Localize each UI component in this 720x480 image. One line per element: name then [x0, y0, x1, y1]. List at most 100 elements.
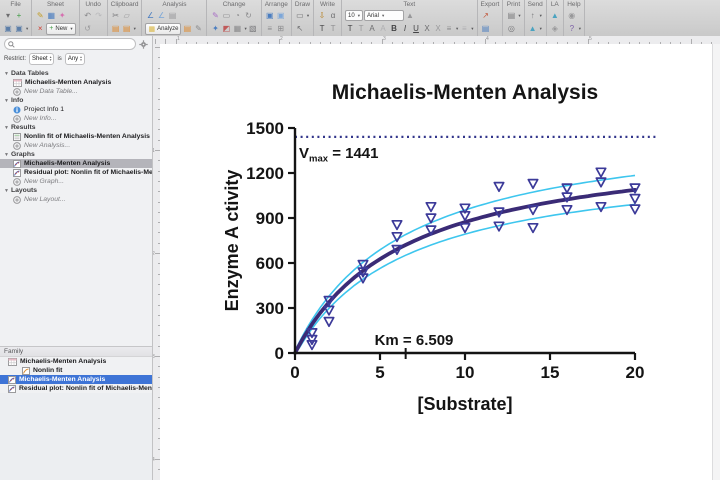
- nav-new-item[interactable]: New Data Table...: [0, 87, 152, 96]
- nav-new-item[interactable]: New Info...: [0, 114, 152, 123]
- gear-icon[interactable]: [139, 40, 148, 49]
- underline-icon[interactable]: U: [411, 23, 421, 34]
- revert-icon[interactable]: ↺: [83, 23, 93, 34]
- send-back-icon[interactable]: ▣: [276, 10, 286, 21]
- nav-new-item[interactable]: New Analysis...: [0, 141, 152, 150]
- grid-options-icon[interactable]: ▦: [232, 23, 242, 34]
- data-point-triangle[interactable]: [392, 221, 401, 230]
- share-icon[interactable]: ▲: [528, 23, 538, 34]
- bold-icon[interactable]: B: [389, 23, 399, 34]
- new-folder-icon[interactable]: +: [14, 10, 24, 21]
- nav-sheet-item[interactable]: Michaelis-Menten Analysis: [0, 78, 152, 87]
- superscript-icon[interactable]: X: [422, 23, 432, 34]
- text-tool-icon[interactable]: T: [317, 23, 327, 34]
- font-family-select[interactable]: Arial▾: [364, 10, 404, 21]
- family-item[interactable]: Residual plot: Nonlin fit of Michaelis-M…: [0, 384, 152, 393]
- select-tool-icon[interactable]: ↖: [295, 23, 305, 34]
- shrink-font-icon[interactable]: A: [378, 23, 388, 34]
- data-point-triangle[interactable]: [494, 183, 503, 192]
- preview-icon[interactable]: ◎: [506, 23, 516, 34]
- data-point-triangle[interactable]: [426, 203, 435, 212]
- search-input[interactable]: [17, 40, 132, 48]
- disclosure-triangle-icon[interactable]: ▼: [4, 188, 9, 194]
- undo-icon[interactable]: ↶: [83, 10, 93, 21]
- analyze-button[interactable]: ▦Analyze: [145, 23, 181, 35]
- nav-new-item[interactable]: New Graph...: [0, 177, 152, 186]
- pattern-icon[interactable]: ▧: [248, 23, 258, 34]
- save-as-icon[interactable]: ▣: [14, 23, 24, 34]
- nav-sheet-item[interactable]: Project Info 1: [0, 105, 152, 114]
- search-box[interactable]: [4, 38, 136, 50]
- data-point-triangle[interactable]: [630, 195, 639, 204]
- nav-sheet-item[interactable]: Michaelis-Menten Analysis: [0, 159, 152, 168]
- magic-wand-icon[interactable]: ✦: [210, 23, 220, 34]
- paste-special-icon[interactable]: ▤: [122, 23, 132, 34]
- restrict-any-select[interactable]: Any ▴▾: [65, 53, 85, 65]
- export-graph-icon[interactable]: ▤: [481, 23, 491, 34]
- redo-icon[interactable]: ↷: [94, 10, 104, 21]
- sheet-icon[interactable]: ▦: [46, 10, 56, 21]
- labarchives-icon[interactable]: ▲: [550, 10, 560, 21]
- family-item[interactable]: Michaelis-Menten Analysis: [0, 375, 152, 384]
- text-box-icon[interactable]: T: [328, 23, 338, 34]
- notebook-icon[interactable]: ▤: [182, 23, 192, 34]
- rotate-icon[interactable]: ◔: [232, 10, 242, 21]
- results-sheet-icon[interactable]: ▤: [167, 10, 177, 21]
- nav-section-info[interactable]: ▼Info: [0, 96, 152, 105]
- la-link-icon[interactable]: ◈: [550, 23, 560, 34]
- frame-icon[interactable]: ▭: [221, 10, 231, 21]
- nav-section-data-tables[interactable]: ▼Data Tables: [0, 69, 152, 78]
- restrict-sheet-select[interactable]: Sheet ▴▾: [29, 53, 54, 65]
- canvas-scrollbar[interactable]: [712, 44, 720, 480]
- best-fit-curve[interactable]: [295, 190, 635, 353]
- send-icon[interactable]: ↑: [528, 10, 538, 21]
- refresh-icon[interactable]: ↻: [243, 10, 253, 21]
- save-icon[interactable]: ▣: [3, 23, 13, 34]
- grow-font-icon[interactable]: A: [367, 23, 377, 34]
- help-icon[interactable]: ?: [567, 23, 577, 34]
- data-point-triangle[interactable]: [630, 205, 639, 214]
- y-axis-label[interactable]: Enzyme A ctivity: [222, 170, 242, 312]
- disclosure-triangle-icon[interactable]: ▼: [4, 71, 9, 77]
- bigger-text-icon[interactable]: T: [345, 23, 355, 34]
- km-annotation[interactable]: Km = 6.509: [375, 332, 454, 349]
- new-sheet-button[interactable]: +New▾: [46, 23, 75, 35]
- sparkle-icon[interactable]: ✦: [57, 10, 67, 21]
- nav-section-layouts[interactable]: ▼Layouts: [0, 186, 152, 195]
- x-axis-label[interactable]: [Substrate]: [417, 394, 512, 414]
- greek-letter-icon[interactable]: α: [328, 10, 338, 21]
- italic-icon[interactable]: I: [400, 23, 410, 34]
- data-point-triangle[interactable]: [596, 168, 605, 177]
- edit-icon[interactable]: ✎: [210, 10, 220, 21]
- list-icon[interactable]: ≡: [459, 23, 469, 34]
- family-item[interactable]: Michaelis-Menten Analysis: [0, 357, 152, 366]
- nav-sheet-item[interactable]: Residual plot: Nonlin fit of Michaelis-M…: [0, 168, 152, 177]
- vmax-annotation[interactable]: Vmax = 1441: [299, 145, 379, 165]
- font-size-select[interactable]: 10▾: [345, 10, 363, 21]
- nav-new-item[interactable]: New Layout...: [0, 195, 152, 204]
- data-point-triangle[interactable]: [324, 318, 333, 327]
- text-color-icon[interactable]: ▲: [405, 10, 415, 21]
- open-recent-dropdown[interactable]: ▾: [3, 10, 13, 21]
- smaller-text-icon[interactable]: T: [356, 23, 366, 34]
- disclosure-triangle-icon[interactable]: ▼: [4, 98, 9, 104]
- data-point-triangle[interactable]: [307, 341, 316, 350]
- color-scheme-icon[interactable]: ◩: [221, 23, 231, 34]
- data-point-triangle[interactable]: [528, 180, 537, 189]
- pencil-icon[interactable]: ✎: [193, 23, 203, 34]
- group-icon[interactable]: ⊞: [276, 23, 286, 34]
- cut-icon[interactable]: ✂: [111, 10, 121, 21]
- nav-sheet-item[interactable]: Nonlin fit of Michaelis-Menten Analysis: [0, 132, 152, 141]
- disclosure-triangle-icon[interactable]: ▼: [4, 152, 9, 158]
- data-point-triangle[interactable]: [494, 222, 503, 231]
- family-item[interactable]: Nonlin fit: [0, 366, 152, 375]
- align-icon[interactable]: ≡: [265, 23, 275, 34]
- edit-sheet-icon[interactable]: ✎: [35, 10, 45, 21]
- nav-section-graphs[interactable]: ▼Graphs: [0, 150, 152, 159]
- export-icon[interactable]: ↗: [481, 10, 491, 21]
- support-icon[interactable]: ◉: [567, 10, 577, 21]
- shape-tool-icon[interactable]: ▭: [295, 10, 305, 21]
- insert-text-icon[interactable]: ⇩: [317, 10, 327, 21]
- delete-sheet-icon[interactable]: ×: [35, 23, 45, 34]
- align-text-icon[interactable]: ≡: [444, 23, 454, 34]
